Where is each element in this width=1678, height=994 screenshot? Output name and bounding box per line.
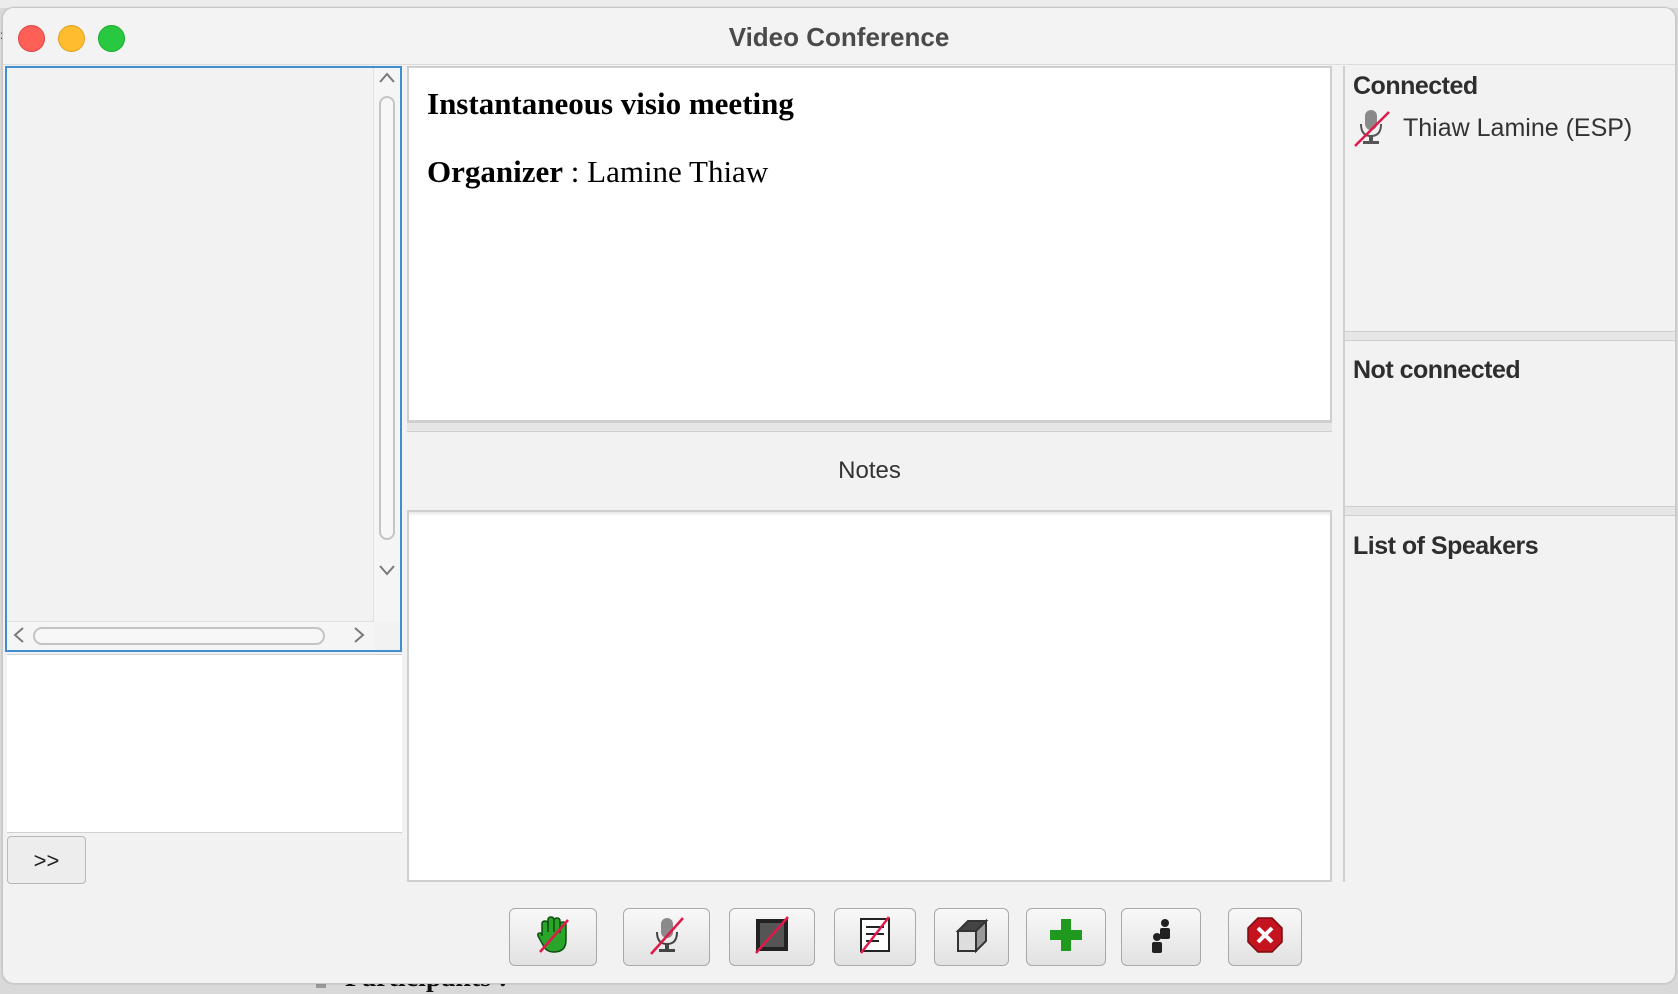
scroll-up-icon[interactable] [378, 70, 396, 90]
notes-textarea[interactable] [407, 510, 1332, 882]
expand-panel-button[interactable]: >> [7, 836, 86, 884]
add-button[interactable] [1026, 908, 1106, 966]
vertical-scroll-thumb[interactable] [379, 96, 395, 540]
disable-video-button[interactable] [729, 908, 815, 966]
participants-button[interactable] [1121, 908, 1201, 966]
disable-notes-button[interactable] [834, 908, 916, 966]
box-button[interactable] [934, 908, 1009, 966]
vertical-scrollbar[interactable] [373, 68, 400, 622]
left-scroll-pane[interactable] [5, 66, 402, 652]
organizer-name: Lamine Thiaw [587, 154, 769, 189]
organizer-label: Organizer [427, 154, 564, 189]
close-icon [1245, 915, 1285, 960]
add-icon [1046, 915, 1086, 960]
center-split-divider[interactable] [407, 422, 1332, 432]
participants-icon [1141, 915, 1181, 960]
participants-divider-1[interactable] [1345, 331, 1675, 341]
muted-microphone-icon [1351, 108, 1393, 153]
disable-video-icon [752, 915, 792, 960]
leave-conference-button[interactable] [1228, 908, 1302, 966]
title-bar[interactable]: Video Conference [3, 8, 1675, 65]
connected-user-name: Thiaw Lamine (ESP) [1403, 114, 1633, 142]
raise-hand-button[interactable] [509, 908, 597, 966]
scroll-right-icon[interactable] [351, 626, 367, 648]
window-title: Video Conference [728, 22, 950, 52]
meeting-info-pane: Instantaneous visio meeting Organizer : … [407, 66, 1332, 422]
organizer-separator: : [563, 154, 588, 189]
connected-header: Connected [1353, 72, 1478, 100]
left-preview-area [7, 654, 402, 833]
meeting-organizer: Organizer : Lamine Thiaw [427, 154, 768, 190]
notes-header: Notes [407, 432, 1332, 510]
scroll-left-icon[interactable] [11, 626, 27, 648]
disable-notes-icon [855, 915, 895, 960]
mute-microphone-button[interactable] [623, 908, 710, 966]
box-icon [952, 915, 992, 960]
meeting-title: Instantaneous visio meeting [427, 86, 794, 121]
participants-panel: Connected Thiaw Lamine (ESP) Not connect… [1343, 66, 1675, 882]
speakers-header: List of Speakers [1353, 532, 1539, 560]
video-conference-window: Video Conference >> Instantaneous visio … [2, 7, 1676, 984]
horizontal-scrollbar[interactable] [7, 621, 374, 650]
participants-divider-2[interactable] [1345, 506, 1675, 516]
scroll-down-icon[interactable] [378, 562, 396, 582]
horizontal-scroll-thumb[interactable] [33, 627, 325, 645]
mute-microphone-icon [647, 914, 687, 961]
not-connected-header: Not connected [1353, 356, 1521, 384]
raise-hand-icon [532, 914, 574, 961]
